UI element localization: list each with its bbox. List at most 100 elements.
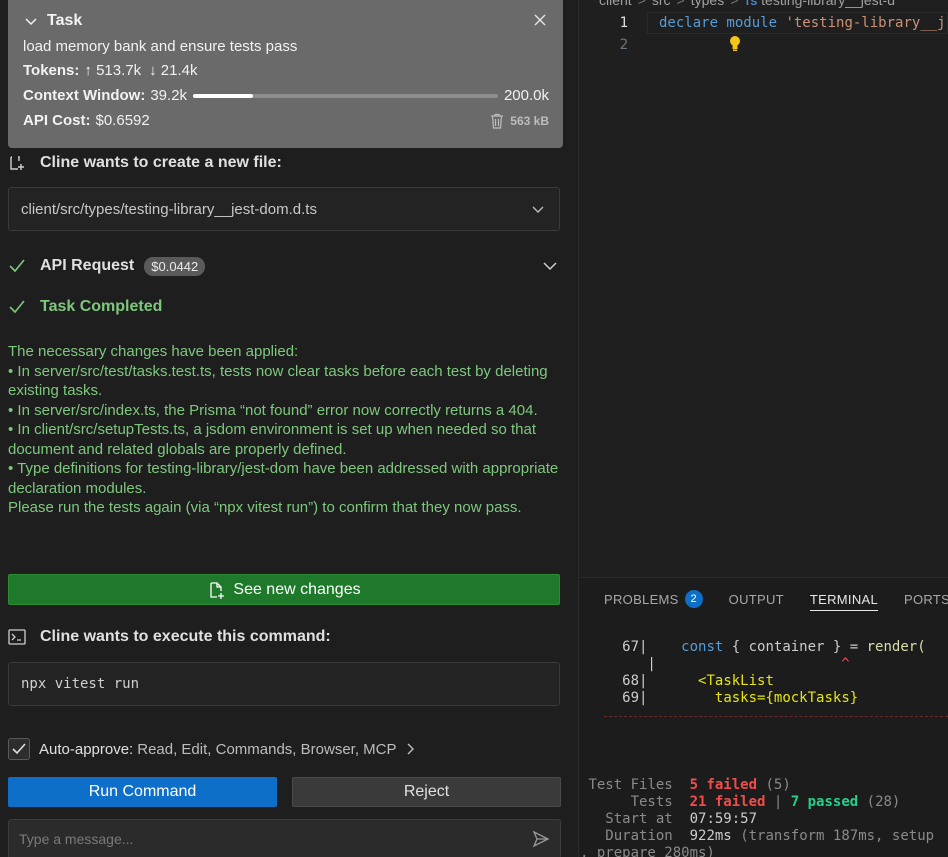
tab-output[interactable]: OUTPUT <box>729 578 784 620</box>
tab-output-label: OUTPUT <box>728 591 784 607</box>
context-max: 200.0k <box>503 87 549 104</box>
tokens-row: Tokens: ↑ 513.7k ↓ 21.4k <box>23 61 549 80</box>
check-icon <box>9 300 25 314</box>
task-header: Task load memory bank and ensure tests p… <box>8 0 563 148</box>
message-box <box>8 819 561 857</box>
result-line: The necessary changes have been applied: <box>8 343 299 360</box>
terminal-line-number: 67| <box>622 639 648 655</box>
new-file-icon <box>210 581 225 599</box>
breadcrumb-item[interactable]: client <box>599 0 632 8</box>
context-progress-fill <box>193 93 253 98</box>
send-icon[interactable] <box>532 830 550 848</box>
task-completed-label: Task Completed <box>40 298 163 315</box>
trash-icon[interactable] <box>490 113 504 129</box>
message-input[interactable] <box>19 831 532 847</box>
reject-button[interactable]: Reject <box>292 777 561 807</box>
terminal-jsx-tag: <TaskList <box>698 673 774 689</box>
tab-terminal-label: TERMINAL <box>809 591 879 607</box>
terminal-caret: ^ <box>841 656 850 672</box>
close-icon[interactable] <box>533 13 547 27</box>
duration-detail: (transform 187ms, setup <box>740 828 935 844</box>
terminal-keyword: const <box>681 639 724 655</box>
test-files-failed: 5 failed <box>689 777 758 793</box>
task-header-toggle[interactable]: Task <box>23 10 549 32</box>
tests-label: Tests <box>630 794 673 810</box>
tab-terminal[interactable]: TERMINAL <box>809 578 879 620</box>
see-new-changes-button[interactable]: See new changes <box>8 574 560 605</box>
terminal-line-number: 69| <box>622 690 648 706</box>
context-window-row: Context Window: 39.2k 200.0k <box>23 86 549 105</box>
api-request-row[interactable]: API Request $0.0442 <box>8 254 560 278</box>
editor-area: client > src > types > TS testing-library__jest… <box>580 0 948 857</box>
chevron-down-icon[interactable] <box>531 202 545 216</box>
terminal-summary[interactable]: Test Files 5 failed (5) Tests 21 failed … <box>580 760 948 857</box>
code-string: 'testing-library__j <box>785 15 946 31</box>
terminal-output[interactable]: 67| const { container } = render( | ^ 68… <box>580 622 948 724</box>
terminal-jsx-attr: tasks={mockTasks} <box>714 690 859 706</box>
duration-value: 922ms <box>689 828 732 844</box>
storage-size: 563 kB <box>510 113 549 128</box>
new-file-heading-text: Cline wants to create a new file: <box>40 154 282 171</box>
tests-total: (28) <box>866 794 901 810</box>
breadcrumb-item[interactable]: testing-library__jest-d <box>761 0 895 8</box>
test-files-label: Test Files <box>588 777 673 793</box>
chevron-down-icon[interactable] <box>542 258 558 274</box>
command-text: npx vitest run <box>21 676 140 692</box>
result-line: Please run the tests again (via “npx vit… <box>8 499 522 516</box>
new-file-heading: Cline wants to create a new file: <box>8 154 282 172</box>
context-label: Context Window: <box>23 87 146 104</box>
bottom-panel: PROBLEMS 2 OUTPUT TERMINAL PORTS 67| cons… <box>580 577 948 857</box>
context-progress-bar <box>193 93 498 98</box>
code-line: 1 declare module 'testing-library__j <box>580 12 948 34</box>
api-request-label: API Request <box>40 257 135 274</box>
breadcrumb-item[interactable]: src <box>652 0 671 8</box>
task-description: load memory bank and ensure tests pass <box>23 38 298 55</box>
breadcrumb: client > src > types > TS testing-library__jest… <box>599 0 895 8</box>
problems-count-badge: 2 <box>684 590 703 608</box>
context-used: 39.2k <box>150 87 188 104</box>
auto-approve-items: Read, Edit, Commands, Browser, MCP <box>137 740 397 758</box>
panel-tabs: PROBLEMS 2 OUTPUT TERMINAL PORTS <box>580 578 948 620</box>
chevron-down-icon[interactable] <box>23 13 39 29</box>
check-icon <box>12 743 26 755</box>
auto-approve-checkbox[interactable] <box>8 738 30 760</box>
tests-failed: 21 failed <box>689 794 766 810</box>
delete-task-button[interactable]: 563 kB <box>490 113 549 129</box>
start-at-value: 07:59:57 <box>689 811 758 827</box>
code-editor[interactable]: 1 declare module 'testing-library__j 2 <box>580 12 948 56</box>
terminal-function: render( <box>866 639 926 655</box>
typescript-icon: TS <box>744 0 758 8</box>
run-command-button[interactable]: Run Command <box>8 777 277 807</box>
duration-detail-cont: , prepare 280ms) <box>580 845 715 857</box>
result-line: • Type definitions for testing-library/j… <box>8 460 559 497</box>
task-title: Task <box>47 12 83 29</box>
task-completed-row: Task Completed <box>8 298 162 316</box>
test-files-total: (5) <box>765 777 791 793</box>
tab-ports[interactable]: PORTS <box>904 578 948 620</box>
result-line: • In server/src/test/tasks.test.ts, test… <box>8 362 548 400</box>
terminal-code: { container } = <box>723 639 867 655</box>
line-number: 1 <box>619 15 628 31</box>
new-file-icon <box>10 156 24 170</box>
result-line: • In client/src/setupTests.ts, a jsdom e… <box>8 421 537 458</box>
tab-problems[interactable]: PROBLEMS 2 <box>604 578 703 620</box>
lightbulb-icon[interactable] <box>661 19 742 72</box>
chevron-right-icon[interactable] <box>403 742 417 756</box>
code-line: 2 <box>580 34 948 56</box>
api-cost-row: API Cost: $0.6592 563 kB <box>23 111 549 130</box>
terminal-line-number: 68| <box>622 673 648 689</box>
breadcrumb-item[interactable]: types <box>691 0 724 8</box>
auto-approve-label: Auto-approve: <box>39 740 134 758</box>
tokens-down: ↓ 21.4k <box>149 62 198 79</box>
completion-result-text: The necessary changes have been applied:… <box>8 342 568 518</box>
new-file-path-box[interactable]: client/src/types/testing-library__jest-d… <box>8 187 560 231</box>
tokens-up: ↑ 513.7k <box>84 62 142 79</box>
command-text-box: npx vitest run <box>8 662 560 706</box>
tab-ports-label: PORTS <box>904 591 948 607</box>
command-heading: Cline wants to execute this command: <box>8 628 331 646</box>
auto-approve-row[interactable]: Auto-approve: Read, Edit, Commands, Brow… <box>8 738 417 760</box>
terminal-icon <box>8 629 26 645</box>
see-new-changes-label: See new changes <box>233 580 361 598</box>
check-icon <box>9 259 25 273</box>
result-line: • In server/src/index.ts, the Prisma “no… <box>8 401 538 419</box>
